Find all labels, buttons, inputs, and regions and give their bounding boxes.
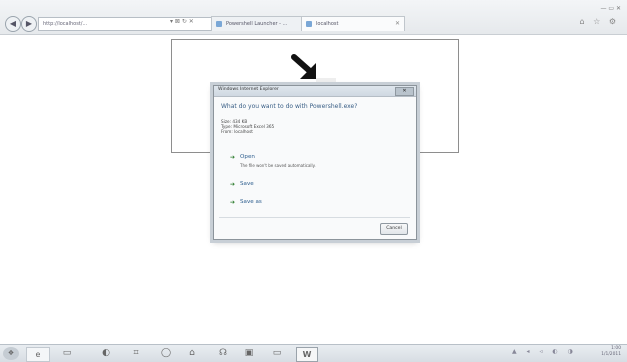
tab-powershell[interactable]: Powershell Launcher - ... [211, 16, 315, 31]
tab-page-icon [216, 21, 222, 27]
open-option[interactable]: Open [240, 154, 255, 160]
clock-date: 1/1/2011 [601, 352, 621, 357]
tab-label: Powershell Launcher - ... [226, 21, 288, 27]
open-option-description: The file won't be saved automatically. [240, 163, 316, 168]
download-arrow-icon [291, 54, 316, 79]
download-dialog: Windows Internet Explorer ✕ What do you … [213, 85, 417, 240]
taskbar-app-icon[interactable]: ⌂ [184, 347, 200, 360]
dialog-close-button[interactable]: ✕ [395, 87, 414, 96]
dialog-titlebar[interactable]: Windows Internet Explorer ✕ [214, 86, 416, 97]
taskbar-app-icon[interactable]: ◯ [158, 347, 174, 360]
file-source: From: localhost [221, 129, 253, 134]
tab-label: localhost [316, 21, 339, 27]
taskbar: ❖ e ▭ ◐ ⌗ ◯ ⌂ ☊ ▣ ▭ W ▲ ◂ ◃ ◐ ◑ 1:00 1/1… [0, 344, 627, 362]
save-as-option[interactable]: Save as [240, 199, 262, 205]
taskbar-explorer-icon[interactable]: ▭ [56, 347, 78, 360]
forward-button[interactable]: ▶ [21, 16, 37, 32]
save-option[interactable]: Save [240, 181, 254, 187]
back-button[interactable]: ◀ [5, 16, 21, 32]
start-button[interactable]: ❖ [3, 347, 19, 360]
taskbar-ie-icon[interactable]: e [26, 347, 50, 362]
save-as-arrow-icon[interactable]: ➔ [230, 199, 235, 206]
dialog-divider [219, 217, 410, 218]
tab-close-icon[interactable]: ✕ [395, 17, 400, 31]
taskbar-app-icon[interactable]: ▣ [240, 347, 258, 360]
open-arrow-icon[interactable]: ➔ [230, 154, 235, 161]
dialog-title: Windows Internet Explorer [218, 87, 279, 92]
address-controls[interactable]: ▾ ⊠ ↻ ✕ [170, 18, 194, 25]
taskbar-clock[interactable]: 1:00 1/1/2011 [601, 346, 621, 358]
taskbar-app-icon[interactable]: ☊ [214, 347, 232, 360]
taskbar-app-icon[interactable]: ▭ [268, 347, 286, 360]
address-url: http://localhost/... [43, 21, 88, 27]
window-controls[interactable]: — ▭ ✕ [600, 5, 621, 12]
taskbar-word-icon[interactable]: W [296, 347, 318, 362]
cancel-button[interactable]: Cancel [380, 223, 408, 235]
tab-page-icon [306, 21, 312, 27]
save-arrow-icon[interactable]: ➔ [230, 181, 235, 188]
taskbar-media-icon[interactable]: ◐ [98, 347, 114, 360]
toolbar-icons[interactable]: ⌂ ☆ ⚙ [579, 17, 619, 26]
browser-toolbar: — ▭ ✕ ◀ ▶ http://localhost/... ▾ ⊠ ↻ ✕ P… [0, 0, 627, 35]
tab-localhost[interactable]: localhost ✕ [301, 16, 405, 31]
taskbar-app-icon[interactable]: ⌗ [128, 347, 144, 360]
system-tray-icons[interactable]: ▲ ◂ ◃ ◐ ◑ [512, 348, 577, 355]
dialog-question: What do you want to do with Powershell.e… [221, 103, 358, 110]
